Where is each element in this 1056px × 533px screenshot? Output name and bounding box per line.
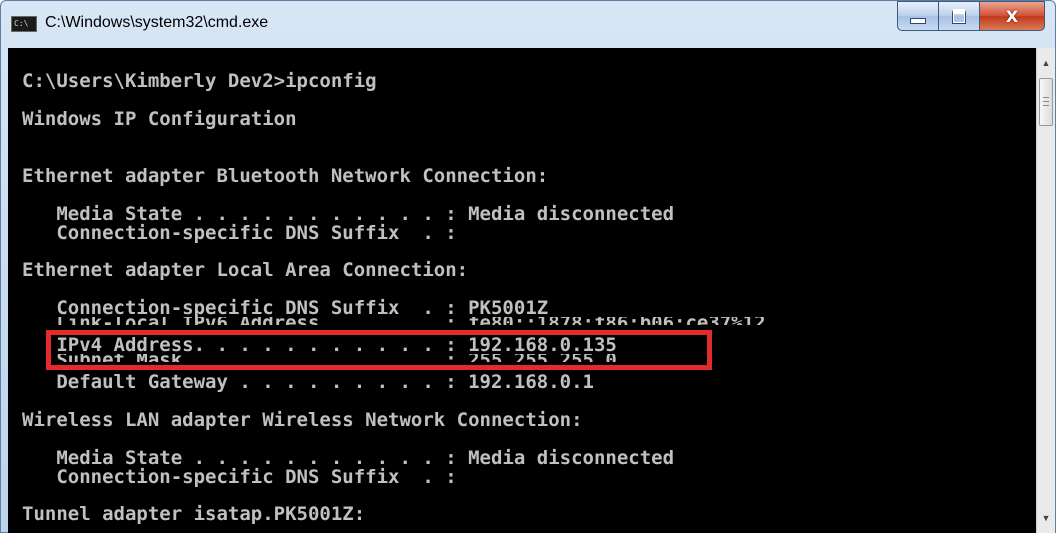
grip-line — [1043, 105, 1049, 106]
title-bar[interactable]: C:\ C:\Windows\system32\cmd.exe X — [1, 1, 1055, 49]
scrollbar-thumb[interactable] — [1039, 78, 1053, 126]
grip-line — [1043, 97, 1049, 98]
maximize-icon — [952, 8, 966, 24]
ipv4-highlight-box — [46, 330, 712, 370]
console-line-adapter: Ethernet adapter Bluetooth Network Conne… — [22, 165, 549, 187]
console-line: Default Gateway . . . . . . . . . : 192.… — [22, 371, 594, 393]
console-line-adapter: Tunnel adapter isatap.PK5001Z: — [22, 503, 366, 525]
console-line: Connection-specific DNS Suffix . : — [22, 222, 457, 244]
console-line: Connection-specific DNS Suffix . : PK500… — [22, 297, 549, 319]
scroll-down-arrow-icon[interactable]: ▼ — [1037, 509, 1055, 527]
console-output[interactable]: C:\Users\Kimberly Dev2>ipconfig Windows … — [8, 48, 1036, 533]
scroll-up-arrow-icon[interactable]: ▲ — [1037, 54, 1055, 72]
vertical-scrollbar[interactable]: ▲ ▼ — [1036, 48, 1055, 533]
console-line-partial: Link-local IPv6 Address . . . . . : fe80… — [22, 317, 765, 325]
cmd-app-icon[interactable]: C:\ — [11, 16, 37, 32]
console-line-adapter: Ethernet adapter Local Area Connection: — [22, 259, 469, 281]
minimize-button[interactable] — [897, 1, 939, 31]
maximize-button[interactable] — [938, 1, 980, 31]
console-line: Connection-specific DNS Suffix . : — [22, 466, 457, 488]
console-line-adapter: Wireless LAN adapter Wireless Network Co… — [22, 409, 583, 431]
minimize-icon — [910, 18, 926, 24]
console-line-heading: Windows IP Configuration — [22, 108, 297, 130]
window-title: C:\Windows\system32\cmd.exe — [45, 14, 269, 31]
close-button[interactable]: X — [979, 1, 1045, 31]
close-icon: X — [1005, 6, 1019, 26]
console-line-prompt: C:\Users\Kimberly Dev2>ipconfig — [22, 70, 377, 92]
grip-line — [1043, 101, 1049, 102]
